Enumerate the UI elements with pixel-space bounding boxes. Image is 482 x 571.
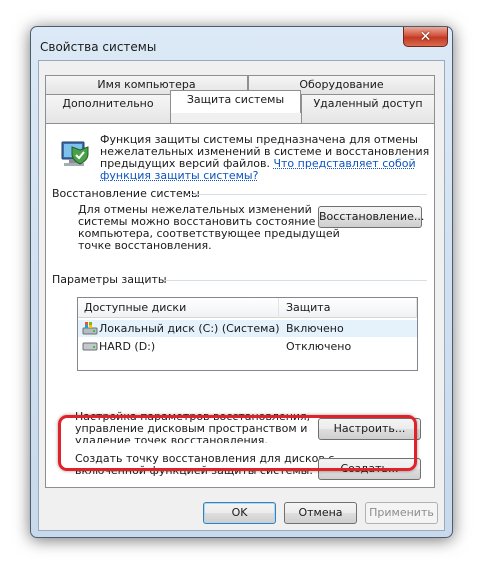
- protection-group-header: Параметры защиты: [52, 273, 167, 286]
- drive-protection-status: Включено: [286, 322, 344, 335]
- tab-system-protection[interactable]: Защита системы: [170, 90, 301, 113]
- what-is-protection-link-line2[interactable]: функция защиты системы?: [100, 170, 258, 182]
- drive-name: HARD (D:): [99, 340, 156, 353]
- close-button[interactable]: ✕: [403, 27, 448, 47]
- divider: [164, 280, 427, 281]
- tab-label: Дополнительно: [62, 97, 154, 110]
- system-drive-icon: [82, 322, 98, 335]
- table-row[interactable]: Локальный диск (C:) (Система) Включено: [78, 320, 417, 337]
- drive-list-header: Доступные диски Защита: [78, 298, 417, 318]
- column-header-drives[interactable]: Доступные диски: [84, 302, 186, 314]
- window-title: Свойства системы: [40, 40, 157, 54]
- apply-button: Применить: [365, 502, 438, 524]
- divider: [189, 194, 427, 195]
- cancel-button[interactable]: Отмена: [284, 502, 357, 524]
- table-row[interactable]: HARD (D:) Отключено: [78, 338, 417, 355]
- what-is-protection-link[interactable]: Что представляет собой: [273, 157, 415, 170]
- close-icon: ✕: [419, 28, 432, 45]
- drive-name: Локальный диск (C:) (Система): [99, 322, 280, 335]
- create-section-highlight: [58, 415, 417, 471]
- drive-list[interactable]: Доступные диски Защита Локальный диск (C…: [77, 297, 418, 371]
- column-header-protection[interactable]: Защита: [286, 302, 330, 314]
- ok-button[interactable]: OK: [203, 502, 276, 524]
- restore-group-header: Восстановление системы: [52, 187, 200, 200]
- restore-button[interactable]: Восстановление...: [318, 206, 424, 228]
- tab-label: Защита системы: [186, 93, 285, 106]
- tab-remote[interactable]: Удаленный доступ: [301, 94, 435, 124]
- tab-label: Оборудование: [299, 78, 384, 91]
- restore-description-line4: точке восстановления.: [78, 239, 212, 252]
- column-separator: [416, 298, 417, 318]
- drive-icon: [82, 342, 98, 351]
- drive-protection-status: Отключено: [286, 340, 352, 353]
- tab-advanced[interactable]: Дополнительно: [45, 94, 171, 124]
- tab-label: Удаленный доступ: [313, 97, 423, 110]
- system-protection-icon: [61, 141, 89, 166]
- column-separator[interactable]: [278, 298, 279, 318]
